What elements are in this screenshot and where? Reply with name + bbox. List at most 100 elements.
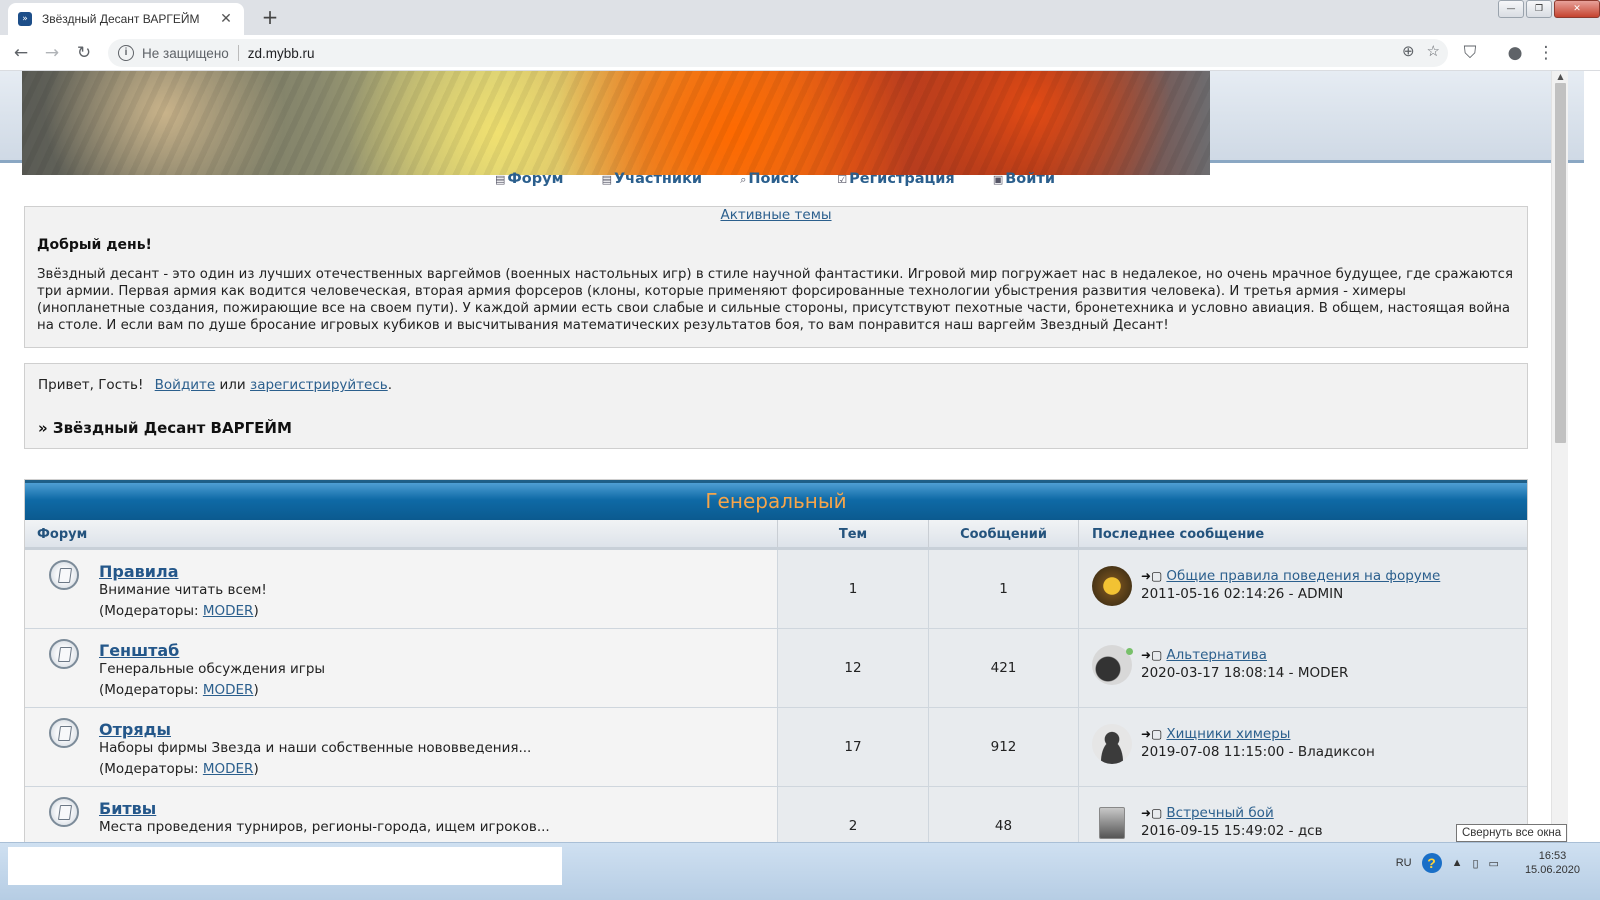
reload-icon[interactable]: ↻ [72, 41, 96, 65]
announcement-box: Активные темы Добрый день! Звёздный деса… [24, 206, 1528, 348]
col-last-post: Последнее сообщение [1078, 520, 1527, 547]
nav-register-link[interactable]: ☑ Регистрация [837, 171, 954, 187]
category-table: Генеральный Форум Тем Сообщений Последне… [24, 479, 1528, 842]
forum-description: Внимание читать всем! [99, 582, 267, 598]
mods-prefix: (Модераторы: [99, 603, 203, 619]
last-post-link[interactable]: Общие правила поведения на форуме [1166, 568, 1440, 584]
goto-post-icon[interactable]: ➜▢ [1141, 806, 1162, 820]
scrollbar-thumb[interactable] [1555, 83, 1566, 443]
forum-row: Битвы Места проведения турниров, регионы… [25, 787, 1527, 842]
last-post-cell: ➜▢ Альтернатива 2020-03-17 18:08:14 - MOD… [1078, 629, 1527, 707]
site-banner [22, 71, 1210, 175]
device-icon[interactable]: ▯ [1472, 857, 1478, 870]
scroll-up-arrow-icon[interactable]: ▲ [1552, 71, 1569, 83]
info-icon[interactable]: i [118, 45, 134, 61]
col-posts: Сообщений [928, 520, 1078, 547]
close-window-button[interactable]: ✕ [1554, 0, 1600, 18]
browser-tab[interactable]: » Звёздный Десант ВАРГЕЙМ ✕ [8, 3, 244, 35]
mods-prefix: (Модераторы: [99, 761, 203, 777]
nav-login-link[interactable]: ▣ Войти [993, 171, 1055, 187]
posts-count: 421 [928, 629, 1078, 707]
omnibox-actions: ⊕ ☆ [1402, 42, 1440, 60]
last-post-meta: 2019-07-08 11:15:00 - Владиксон [1141, 744, 1375, 760]
insecure-label: Не защищено [142, 45, 229, 61]
browser-tabbar: » Звёздный Десант ВАРГЕЙМ ✕ + — ❐ ✕ [0, 0, 1600, 35]
nav-members-label: Участники [613, 171, 703, 187]
announcement-text: Звёздный десант - это один из лучших оте… [37, 267, 1513, 333]
login-link[interactable]: Войдите [155, 377, 216, 393]
nav-forum-label: Форум [507, 171, 564, 187]
login-icon: ▣ [992, 173, 1004, 186]
page-scrollbar[interactable]: ▲ ▼ [1551, 71, 1568, 842]
breadcrumb: » Звёздный Десант ВАРГЕЙМ [38, 419, 292, 437]
web-page: ▤ Форум ▤ Участники ⌕ Поиск ☑ Регистрация ▣ В… [0, 71, 1584, 842]
nav-members-link[interactable]: ▤ Участники [602, 171, 703, 187]
new-tab-button[interactable]: + [258, 4, 282, 30]
clock-time: 16:53 [1538, 850, 1567, 862]
checkbox-icon: ☑ [837, 173, 848, 186]
goto-post-icon[interactable]: ➜▢ [1141, 727, 1162, 741]
mods-prefix: (Модераторы: [99, 682, 203, 698]
shield-extension-icon[interactable]: ⛉ [1458, 41, 1482, 65]
last-post-line: ➜▢ Альтернатива [1141, 647, 1267, 663]
forum-description: Наборы фирмы Звезда и наши собственные н… [99, 740, 532, 756]
nav-forum-link[interactable]: ▤ Форум [495, 171, 563, 187]
nav-register-label: Регистрация [849, 171, 955, 187]
goto-post-icon[interactable]: ➜▢ [1141, 569, 1162, 583]
forward-arrow-icon[interactable]: → [40, 41, 64, 65]
address-bar[interactable]: i Не защищено zd.mybb.ru ⊕ ☆ [108, 39, 1448, 67]
profile-icon[interactable]: ● [1503, 41, 1527, 65]
forum-info-cell: Генштаб Генеральные обсуждения игры (Мод… [25, 629, 777, 707]
forum-name-link[interactable]: Отряды [99, 720, 171, 739]
last-post-meta: 2020-03-17 18:08:14 - MODER [1141, 665, 1349, 681]
forum-row: Отряды Наборы фирмы Звезда и наши собств… [25, 708, 1527, 787]
hello-text: Привет, Гость! [38, 377, 144, 393]
back-arrow-icon[interactable]: ← [9, 41, 33, 65]
bookmark-star-icon[interactable]: ☆ [1427, 42, 1440, 60]
last-post-link[interactable]: Встречный бой [1166, 805, 1273, 821]
moderator-link[interactable]: MODER [203, 603, 254, 619]
tab-close-icon[interactable]: ✕ [218, 11, 234, 27]
active-topics-link[interactable]: Активные темы [25, 207, 1527, 223]
language-indicator[interactable]: RU [1396, 857, 1412, 869]
last-post-link[interactable]: Хищники химеры [1166, 726, 1290, 742]
avatar[interactable] [1099, 807, 1125, 839]
forum-read-icon [49, 797, 79, 827]
nav-search-link[interactable]: ⌕ Поиск [740, 171, 799, 187]
menu-dots-icon[interactable]: ⋮ [1534, 41, 1558, 65]
restore-button[interactable]: ❐ [1526, 0, 1552, 18]
forum-description: Места проведения турниров, регионы-город… [99, 819, 550, 835]
avatar[interactable] [1092, 724, 1132, 764]
forum-moderators: (Модераторы: MODER) [99, 761, 259, 777]
minimize-button[interactable]: — [1498, 0, 1524, 18]
taskbar-window-area[interactable] [8, 847, 562, 885]
forum-nav-menu: ▤ Форум ▤ Участники ⌕ Поиск ☑ Регистрация ▣ В… [0, 171, 1550, 193]
goto-post-icon[interactable]: ➜▢ [1141, 648, 1162, 662]
browser-toolbar: ← → ↻ i Не защищено zd.mybb.ru ⊕ ☆ ⛉ ● ⋮ [0, 35, 1600, 71]
clock-date: 15.06.2020 [1524, 864, 1580, 876]
mods-suffix: ) [253, 682, 259, 698]
forum-name-link[interactable]: Генштаб [99, 641, 179, 660]
clock[interactable]: 16:53 15.06.2020 [1525, 849, 1580, 877]
register-link[interactable]: зарегистрируйтесь [250, 377, 388, 393]
url-separator [237, 45, 239, 61]
show-desktop-tooltip: Свернуть все окна [1456, 824, 1568, 842]
zoom-icon[interactable]: ⊕ [1402, 42, 1415, 60]
avatar[interactable] [1092, 566, 1132, 606]
network-icon[interactable]: ▭ [1489, 857, 1499, 870]
last-post-cell: ➜▢ Общие правила поведения на форуме 2011… [1078, 550, 1527, 628]
forum-name-link[interactable]: Битвы [99, 799, 156, 818]
url-text[interactable]: zd.mybb.ru [248, 46, 315, 61]
forum-read-icon [49, 718, 79, 748]
nav-search-label: Поиск [748, 171, 800, 187]
last-post-line: ➜▢ Встречный бой [1141, 805, 1274, 821]
forum-name-link[interactable]: Правила [99, 562, 179, 581]
last-post-link[interactable]: Альтернатива [1166, 647, 1267, 663]
moderator-link[interactable]: MODER [203, 761, 254, 777]
posts-count: 1 [928, 550, 1078, 628]
moderator-link[interactable]: MODER [203, 682, 254, 698]
forum-moderators: (Модераторы: MODER) [99, 603, 259, 619]
help-icon[interactable]: ? [1421, 853, 1442, 873]
forum-read-icon [49, 560, 79, 590]
tray-expand-icon[interactable]: ▲ [1452, 857, 1463, 869]
